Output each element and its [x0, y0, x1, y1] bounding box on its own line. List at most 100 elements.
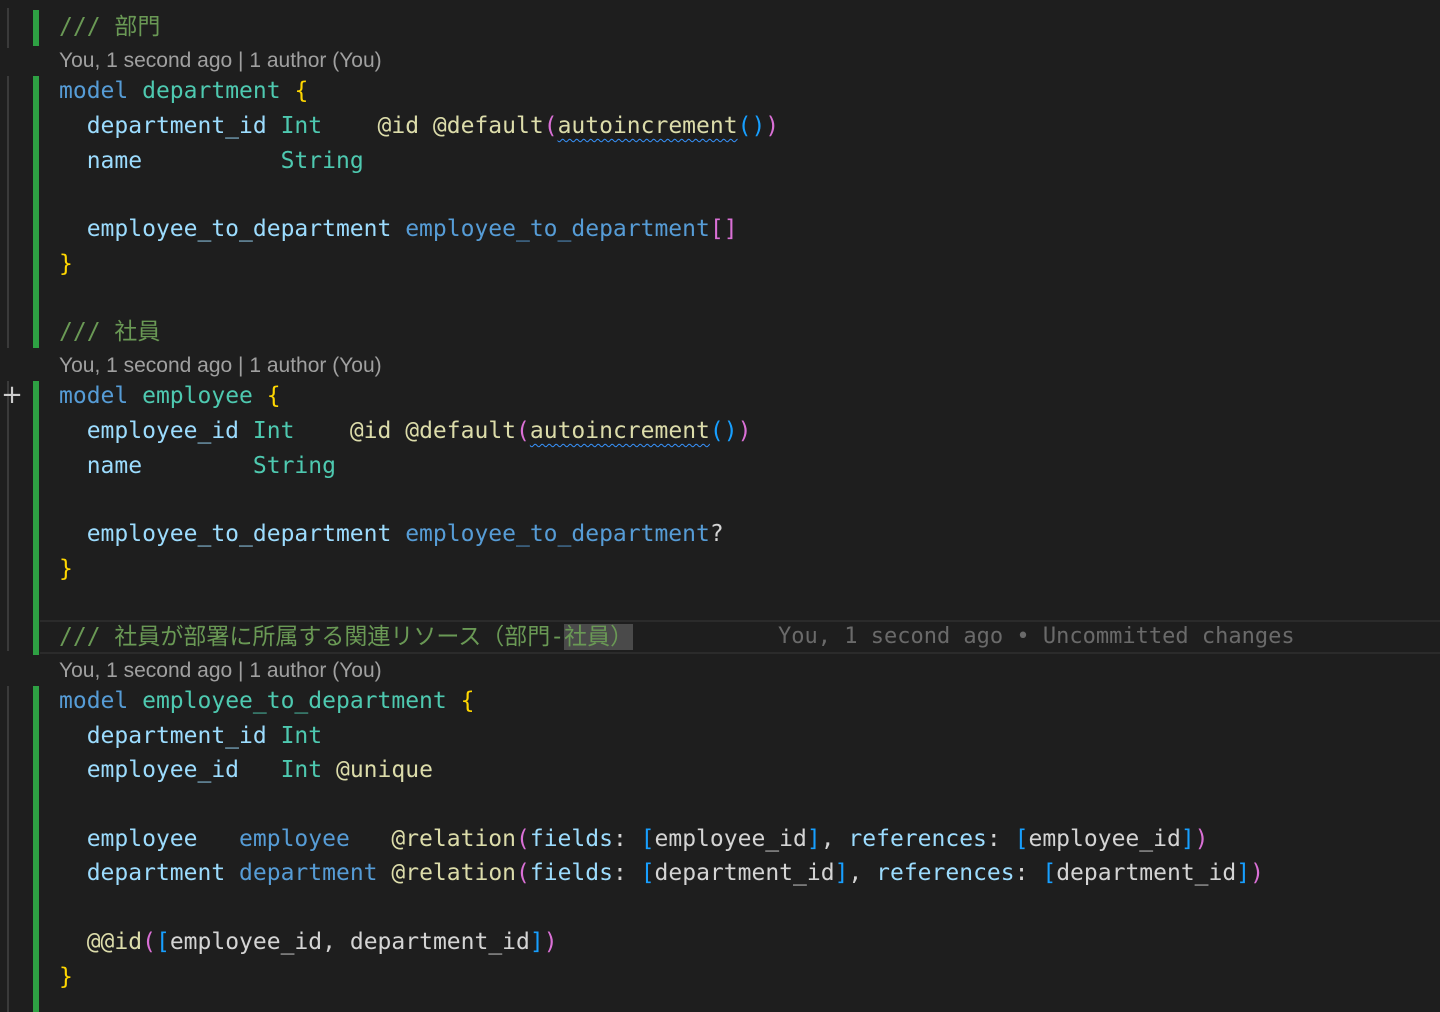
- arg-value: department_id: [349, 929, 530, 955]
- arg-references: references: [876, 860, 1015, 886]
- gutter-guide: [7, 8, 9, 48]
- code-line-field[interactable]: employee_id Int @id @default(autoincreme…: [59, 414, 752, 448]
- field-name: employee_to_department: [86, 216, 392, 242]
- model-name: department: [142, 78, 281, 104]
- field-name: department_id: [86, 113, 267, 139]
- field-type: Int: [252, 418, 295, 444]
- attr-relation: @relation: [391, 860, 517, 886]
- relation-type: department: [239, 860, 378, 886]
- arg-value: employee_id: [1028, 826, 1181, 852]
- diff-added-bar[interactable]: [33, 381, 39, 655]
- code-line-relation-field[interactable]: employee_to_department employee_to_depar…: [59, 212, 738, 246]
- function-autoincrement[interactable]: autoincrement: [558, 113, 738, 139]
- paren: (: [516, 860, 530, 886]
- inline-blame[interactable]: You, 1 second ago • Uncommitted changes: [778, 620, 1295, 654]
- comment-text: ）: [610, 624, 634, 650]
- paren: ): [737, 418, 752, 444]
- attr-unique: @unique: [335, 757, 433, 783]
- diff-added-bar[interactable]: [33, 10, 39, 46]
- optional-mark: ?: [709, 521, 724, 547]
- paren: ): [765, 113, 780, 139]
- attr-relation: @relation: [391, 826, 516, 852]
- code-line-field[interactable]: employee_id Int @unique: [59, 753, 433, 787]
- open-brace: {: [266, 383, 281, 409]
- code-line-model[interactable]: model employee {: [59, 379, 281, 413]
- code-line-close[interactable]: }: [59, 960, 73, 994]
- code-line-relation[interactable]: department department @relation(fields: …: [59, 856, 1264, 890]
- code-line-field[interactable]: department_id Int: [59, 719, 322, 753]
- code-line-block-attr[interactable]: @@id([employee_id, department_id]): [59, 925, 558, 959]
- gutter-guide: [7, 76, 9, 348]
- arg-references: references: [848, 826, 987, 852]
- codelens-blame[interactable]: You, 1 second ago | 1 author (You): [59, 351, 382, 381]
- arg-value: department_id: [1056, 860, 1237, 886]
- attr-id: @id: [349, 418, 392, 444]
- field-name: department: [86, 860, 226, 886]
- paren: (: [516, 418, 530, 444]
- code-line-relation-field[interactable]: employee_to_department employee_to_depar…: [59, 517, 724, 551]
- keyword-model: model: [59, 383, 129, 409]
- model-name: employee: [142, 383, 253, 409]
- attr-compound-id: @@id: [86, 929, 143, 955]
- gutter-guide: [7, 381, 9, 651]
- diff-added-bar[interactable]: [33, 686, 39, 1012]
- keyword-model: model: [59, 688, 129, 714]
- selected-text: 社員: [564, 624, 611, 650]
- field-type: String: [280, 148, 364, 174]
- codelens-blame[interactable]: You, 1 second ago | 1 author (You): [59, 46, 382, 76]
- comment-prefix: ///: [59, 624, 101, 650]
- close-brace: }: [59, 251, 73, 277]
- attr-id: @id: [377, 113, 420, 139]
- arg-value: employee_id: [169, 929, 323, 955]
- attr-default: @default: [405, 418, 517, 444]
- paren: (: [515, 826, 530, 852]
- field-name: employee_to_department: [86, 521, 392, 547]
- add-line-icon[interactable]: +: [0, 381, 24, 409]
- relation-type: employee: [239, 826, 350, 852]
- attr-default: @default: [432, 113, 544, 139]
- comment-prefix: ///: [59, 319, 101, 345]
- arg-fields: fields: [529, 860, 613, 886]
- field-name: department_id: [86, 723, 267, 749]
- arg-value: department_id: [654, 860, 835, 886]
- code-line-model[interactable]: model department {: [59, 74, 308, 108]
- code-line-comment[interactable]: /// 社員: [59, 315, 160, 349]
- open-brace: {: [460, 688, 475, 714]
- function-autoincrement[interactable]: autoincrement: [530, 418, 710, 444]
- relation-type: employee_to_department: [405, 521, 710, 547]
- gutter-guide: [7, 686, 9, 1012]
- comment-text: 社員: [114, 319, 161, 345]
- close-brace: }: [59, 556, 73, 582]
- field-name: employee_id: [86, 757, 240, 783]
- code-line-model[interactable]: model employee_to_department {: [59, 684, 474, 718]
- field-type: Int: [280, 723, 323, 749]
- code-line-close[interactable]: }: [59, 247, 73, 281]
- field-name: name: [86, 148, 143, 174]
- paren: ): [751, 113, 766, 139]
- field-type: Int: [280, 113, 323, 139]
- paren: (: [709, 418, 724, 444]
- comment-text: 社員が部署に所属する関連リソース（部門-: [114, 624, 565, 650]
- arg-value: employee_id: [654, 826, 807, 852]
- code-line-comment[interactable]: /// 部門: [59, 10, 160, 44]
- code-line-field[interactable]: name String: [59, 144, 364, 178]
- code-line-close[interactable]: }: [59, 552, 73, 586]
- list-brackets: []: [709, 216, 738, 242]
- relation-type: employee_to_department: [405, 216, 710, 242]
- code-line-field[interactable]: department_id Int @id @default(autoincre…: [59, 109, 779, 143]
- paren: (: [543, 113, 558, 139]
- code-line-relation[interactable]: employee employee @relation(fields: [emp…: [59, 822, 1209, 856]
- code-line-comment-active[interactable]: /// 社員が部署に所属する関連リソース（部門-社員）: [59, 620, 634, 654]
- field-name: employee_id: [86, 418, 240, 444]
- keyword-model: model: [59, 78, 129, 104]
- diff-added-bar[interactable]: [33, 76, 39, 348]
- code-line-field[interactable]: name String: [59, 449, 336, 483]
- comment-text: 部門: [114, 14, 161, 40]
- paren: (: [737, 113, 752, 139]
- codelens-blame[interactable]: You, 1 second ago | 1 author (You): [59, 656, 382, 686]
- field-type: String: [252, 453, 336, 479]
- code-editor[interactable]: + /// 部門 You, 1 second ago | 1 author (Y…: [0, 0, 1440, 1012]
- arg-fields: fields: [529, 826, 613, 852]
- comment-prefix: ///: [59, 14, 101, 40]
- close-brace: }: [59, 964, 73, 990]
